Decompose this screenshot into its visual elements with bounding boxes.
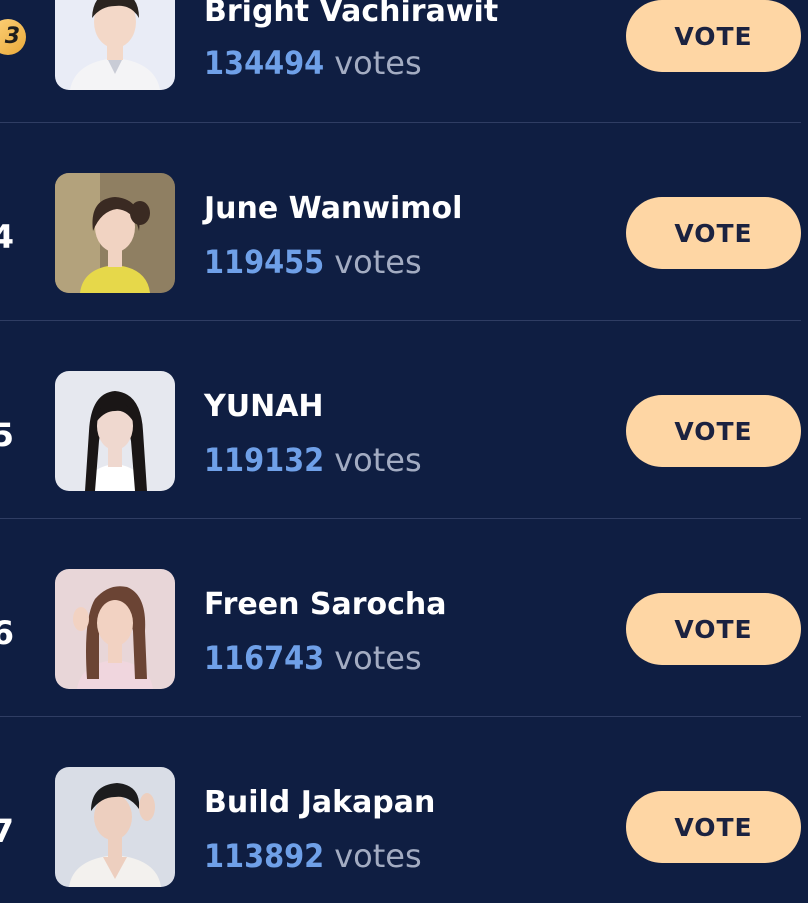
avatar[interactable] bbox=[55, 173, 175, 293]
contestant-name: Freen Sarocha bbox=[204, 587, 447, 622]
leaderboard-list: 3 Bright Vachirawit 134494votes VOTE 4 bbox=[0, 0, 808, 903]
contestant-name: Bright Vachirawit bbox=[204, 0, 499, 29]
vote-count: 113892 bbox=[204, 837, 325, 875]
vote-count: 134494 bbox=[204, 44, 325, 82]
vote-unit-label: votes bbox=[334, 441, 422, 479]
avatar[interactable] bbox=[55, 0, 175, 90]
avatar-image bbox=[55, 767, 175, 887]
vote-summary: 134494 votes bbox=[204, 43, 422, 83]
avatar-image bbox=[55, 371, 175, 491]
list-item: 3 Bright Vachirawit 134494 votes VOTE bbox=[0, 0, 808, 123]
vote-button[interactable]: VOTE bbox=[626, 395, 801, 467]
vote-button[interactable]: VOTE bbox=[626, 0, 801, 72]
vote-button[interactable]: VOTE bbox=[626, 791, 801, 863]
vote-summary: 116743 votes bbox=[204, 638, 422, 678]
vote-count: 119132 bbox=[204, 441, 325, 479]
vote-unit-label: votes bbox=[334, 243, 422, 281]
vote-summary: 119455 votes bbox=[204, 242, 422, 282]
vote-unit-label: votes bbox=[334, 837, 422, 875]
avatar-image bbox=[55, 0, 175, 90]
rank-number: 5 bbox=[0, 416, 14, 454]
avatar-image bbox=[55, 173, 175, 293]
avatar[interactable] bbox=[55, 767, 175, 887]
vote-unit-label: votes bbox=[334, 639, 422, 677]
contestant-name: June Wanwimol bbox=[204, 191, 463, 226]
vote-button[interactable]: VOTE bbox=[626, 593, 801, 665]
rank-number: 6 bbox=[0, 614, 14, 652]
rank-number: 7 bbox=[0, 812, 14, 850]
vote-count: 119455 bbox=[204, 243, 325, 281]
avatar[interactable] bbox=[55, 371, 175, 491]
list-item: 7 Build Jakapan 113892 votes VOTE bbox=[0, 717, 808, 903]
vote-unit-label: votes bbox=[334, 44, 422, 82]
rank-badge: 3 bbox=[0, 19, 26, 55]
contestant-name: Build Jakapan bbox=[204, 785, 436, 820]
vote-summary: 119132 votes bbox=[204, 440, 422, 480]
avatar[interactable] bbox=[55, 569, 175, 689]
list-item: 4 June Wanwimol 119455 votes VOTE bbox=[0, 123, 808, 321]
avatar-image bbox=[55, 569, 175, 689]
vote-count: 116743 bbox=[204, 639, 325, 677]
vote-button[interactable]: VOTE bbox=[626, 197, 801, 269]
list-item: 5 YUNAH 119132 votes VOTE bbox=[0, 321, 808, 519]
list-item: 6 Freen Sarocha 116743 votes VOTE bbox=[0, 519, 808, 717]
rank-number: 4 bbox=[0, 218, 14, 256]
vote-summary: 113892 votes bbox=[204, 836, 422, 876]
contestant-name: YUNAH bbox=[204, 389, 324, 424]
